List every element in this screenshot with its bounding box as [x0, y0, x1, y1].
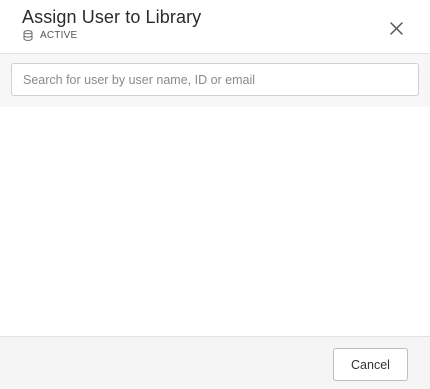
- close-button[interactable]: [388, 20, 404, 36]
- results-list: [0, 107, 430, 336]
- status-label: ACTIVE: [40, 30, 78, 41]
- status-indicator: ACTIVE: [23, 30, 77, 41]
- dialog-footer: Cancel: [0, 336, 430, 389]
- database-icon: [23, 30, 33, 41]
- close-icon: [389, 21, 403, 35]
- user-search-input[interactable]: [11, 63, 419, 96]
- search-bar-container: [0, 54, 430, 107]
- dialog-title: Assign User to Library: [22, 7, 202, 27]
- dialog-header: Assign User to Library ACTIVE: [0, 0, 430, 54]
- cancel-button[interactable]: Cancel: [333, 348, 408, 381]
- assign-user-dialog: Assign User to Library ACTIVE Cancel: [0, 0, 430, 389]
